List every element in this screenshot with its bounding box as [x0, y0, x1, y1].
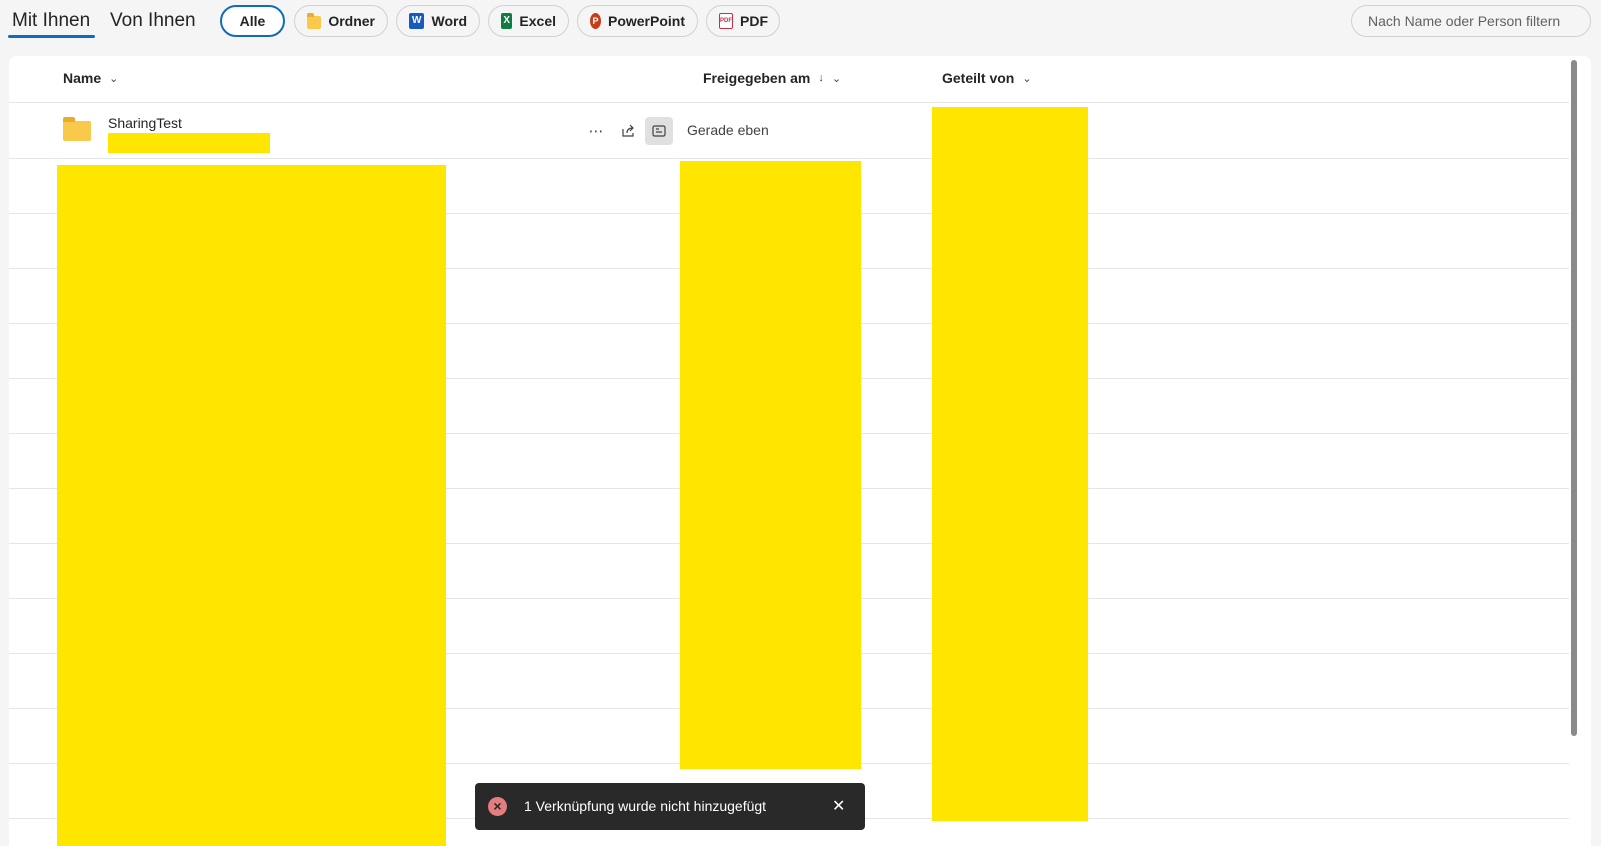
- filter-label: PDF: [740, 13, 768, 29]
- share-icon[interactable]: [614, 117, 642, 145]
- filter-label: Excel: [519, 13, 556, 29]
- redacted-block: [108, 133, 270, 153]
- folder-icon: [307, 12, 322, 29]
- add-shortcut-icon[interactable]: [645, 117, 673, 145]
- table-row[interactable]: SharingTest ⋯ Gerade eben: [9, 103, 1569, 159]
- filter-pdf-button[interactable]: PDF PDF: [706, 5, 780, 37]
- filter-label: PowerPoint: [607, 13, 685, 29]
- filter-label: Ordner: [328, 13, 375, 29]
- column-header-name[interactable]: Name ⌄: [63, 70, 118, 86]
- error-icon: ×: [488, 797, 507, 816]
- more-options-icon[interactable]: ⋯: [582, 117, 610, 145]
- error-toast: × 1 Verknüpfung wurde nicht hinzugefügt …: [475, 783, 865, 830]
- tab-by-you[interactable]: Von Ihnen: [110, 8, 196, 34]
- column-label: Freigegeben am: [703, 70, 811, 86]
- column-label: Name: [63, 70, 102, 86]
- column-header-shared-by[interactable]: Geteilt von ⌄: [942, 70, 1032, 86]
- column-label: Geteilt von: [942, 70, 1015, 86]
- close-icon[interactable]: ✕: [832, 796, 845, 816]
- chevron-down-icon: ⌄: [109, 72, 119, 85]
- filter-word-button[interactable]: W Word: [396, 5, 480, 37]
- filter-powerpoint-button[interactable]: P PowerPoint: [577, 5, 698, 37]
- active-tab-indicator: [8, 35, 95, 38]
- redacted-block: [932, 107, 1088, 821]
- column-header-shared-date[interactable]: Freigegeben am ↓ ⌄: [703, 70, 841, 86]
- top-bar: Mit Ihnen Von Ihnen Alle Ordner W Word X…: [0, 0, 1601, 46]
- tab-with-you[interactable]: Mit Ihnen: [12, 8, 90, 34]
- vertical-scrollbar[interactable]: [1571, 60, 1577, 736]
- pdf-icon: PDF: [719, 13, 733, 29]
- filter-input[interactable]: Nach Name oder Person filtern: [1351, 5, 1591, 37]
- filter-folder-button[interactable]: Ordner: [294, 5, 388, 37]
- chevron-down-icon: ⌄: [831, 72, 842, 85]
- item-name[interactable]: SharingTest: [108, 115, 182, 131]
- filter-all-button[interactable]: Alle: [220, 5, 285, 37]
- word-icon: W: [409, 13, 425, 29]
- sort-descending-icon: ↓: [818, 72, 824, 84]
- file-list-card: Name ⌄ Freigegeben am ↓ ⌄ Geteilt von ⌄ …: [9, 56, 1591, 846]
- redacted-block: [57, 165, 446, 846]
- redacted-block: [680, 161, 861, 769]
- folder-icon: [63, 117, 91, 141]
- shared-date: Gerade eben: [687, 122, 769, 138]
- chevron-down-icon: ⌄: [1022, 72, 1032, 85]
- powerpoint-icon: P: [590, 13, 601, 29]
- filter-label: Alle: [239, 13, 266, 29]
- filter-excel-button[interactable]: X Excel: [488, 5, 569, 37]
- excel-icon: X: [501, 13, 513, 29]
- toast-message: 1 Verknüpfung wurde nicht hinzugefügt: [524, 798, 767, 814]
- filter-label: Word: [431, 13, 467, 29]
- column-header-row: Name ⌄ Freigegeben am ↓ ⌄ Geteilt von ⌄: [9, 56, 1569, 103]
